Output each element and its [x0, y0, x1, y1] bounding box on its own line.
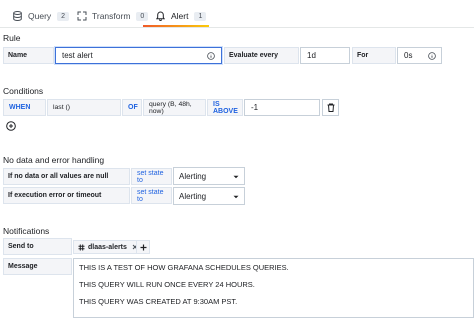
error-state-select[interactable]: Alerting: [173, 187, 245, 205]
tab-query-count: 2: [57, 11, 70, 21]
error-state-value: Alerting: [179, 191, 207, 201]
error-set-state: set state to: [131, 187, 172, 204]
bell-icon: [155, 11, 166, 22]
chevron-down-icon: [233, 173, 239, 182]
no-data-state-value: Alerting: [179, 171, 207, 181]
no-data-state-select[interactable]: Alerting: [173, 167, 245, 185]
condition-of: OF: [122, 99, 142, 116]
message-label: Message: [3, 258, 72, 275]
error-label: If execution error or timeout: [3, 187, 130, 204]
message-line: THIS QUERY WAS CREATED AT 9:30AM PST.: [79, 297, 238, 306]
tab-bar: Query 2 Transform 0 Alert 1: [0, 0, 474, 28]
send-to-label: Send to: [3, 238, 72, 255]
no-data-set-state: set state to: [131, 168, 172, 185]
for-input-value: 0s: [404, 51, 413, 60]
transform-icon: [76, 11, 87, 22]
condition-query[interactable]: query (B, 48h, now): [143, 99, 206, 116]
channel-name: dlaas-alerts: [88, 243, 127, 251]
message-line: THIS IS A TEST OF HOW GRAFANA SCHEDULES …: [79, 263, 289, 272]
trash-icon[interactable]: [322, 99, 339, 116]
message-textarea[interactable]: THIS IS A TEST OF HOW GRAFANA SCHEDULES …: [73, 258, 474, 318]
no-data-section-title: No data and error handling: [3, 155, 105, 165]
evaluate-every-input[interactable]: 1d: [300, 47, 350, 64]
condition-threshold-input[interactable]: -1: [244, 99, 320, 116]
condition-evaluator[interactable]: IS ABOVE: [207, 99, 243, 116]
slack-icon: [78, 244, 85, 251]
condition-reducer[interactable]: last (): [47, 99, 121, 116]
for-label: For: [352, 47, 396, 64]
chevron-down-icon: [233, 193, 239, 202]
name-input[interactable]: test alert: [55, 47, 222, 64]
info-icon: [206, 51, 216, 61]
message-line: THIS QUERY WILL RUN ONCE EVERY 24 HOURS.: [79, 280, 255, 289]
tab-alert-count: 1: [194, 11, 207, 21]
no-data-label: If no data or all values are null: [3, 168, 130, 185]
channel-tag[interactable]: dlaas-alerts: [73, 240, 143, 254]
tab-alert[interactable]: Alert 1: [155, 6, 207, 26]
tab-alert-label: Alert: [171, 11, 189, 21]
tab-transform-label: Transform: [92, 11, 131, 21]
notifications-section-title: Notifications: [3, 226, 50, 236]
condition-when[interactable]: WHEN: [3, 99, 46, 116]
for-input[interactable]: 0s: [397, 47, 442, 64]
for-info-icon: [427, 51, 437, 61]
tab-query-label: Query: [28, 11, 52, 21]
conditions-section-title: Conditions: [3, 86, 44, 96]
add-channel-icon[interactable]: [136, 240, 150, 254]
name-input-value: test alert: [62, 51, 93, 60]
tab-query[interactable]: Query 2: [12, 6, 70, 26]
name-label: Name: [3, 47, 54, 64]
database-icon: [12, 11, 23, 22]
tab-transform-count: 0: [136, 11, 149, 21]
evaluate-every-label: Evaluate every: [224, 47, 299, 64]
active-tab-indicator: [143, 25, 209, 27]
tab-transform[interactable]: Transform 0: [76, 6, 149, 26]
add-condition-icon[interactable]: [5, 120, 17, 132]
rule-section-title: Rule: [3, 33, 21, 43]
